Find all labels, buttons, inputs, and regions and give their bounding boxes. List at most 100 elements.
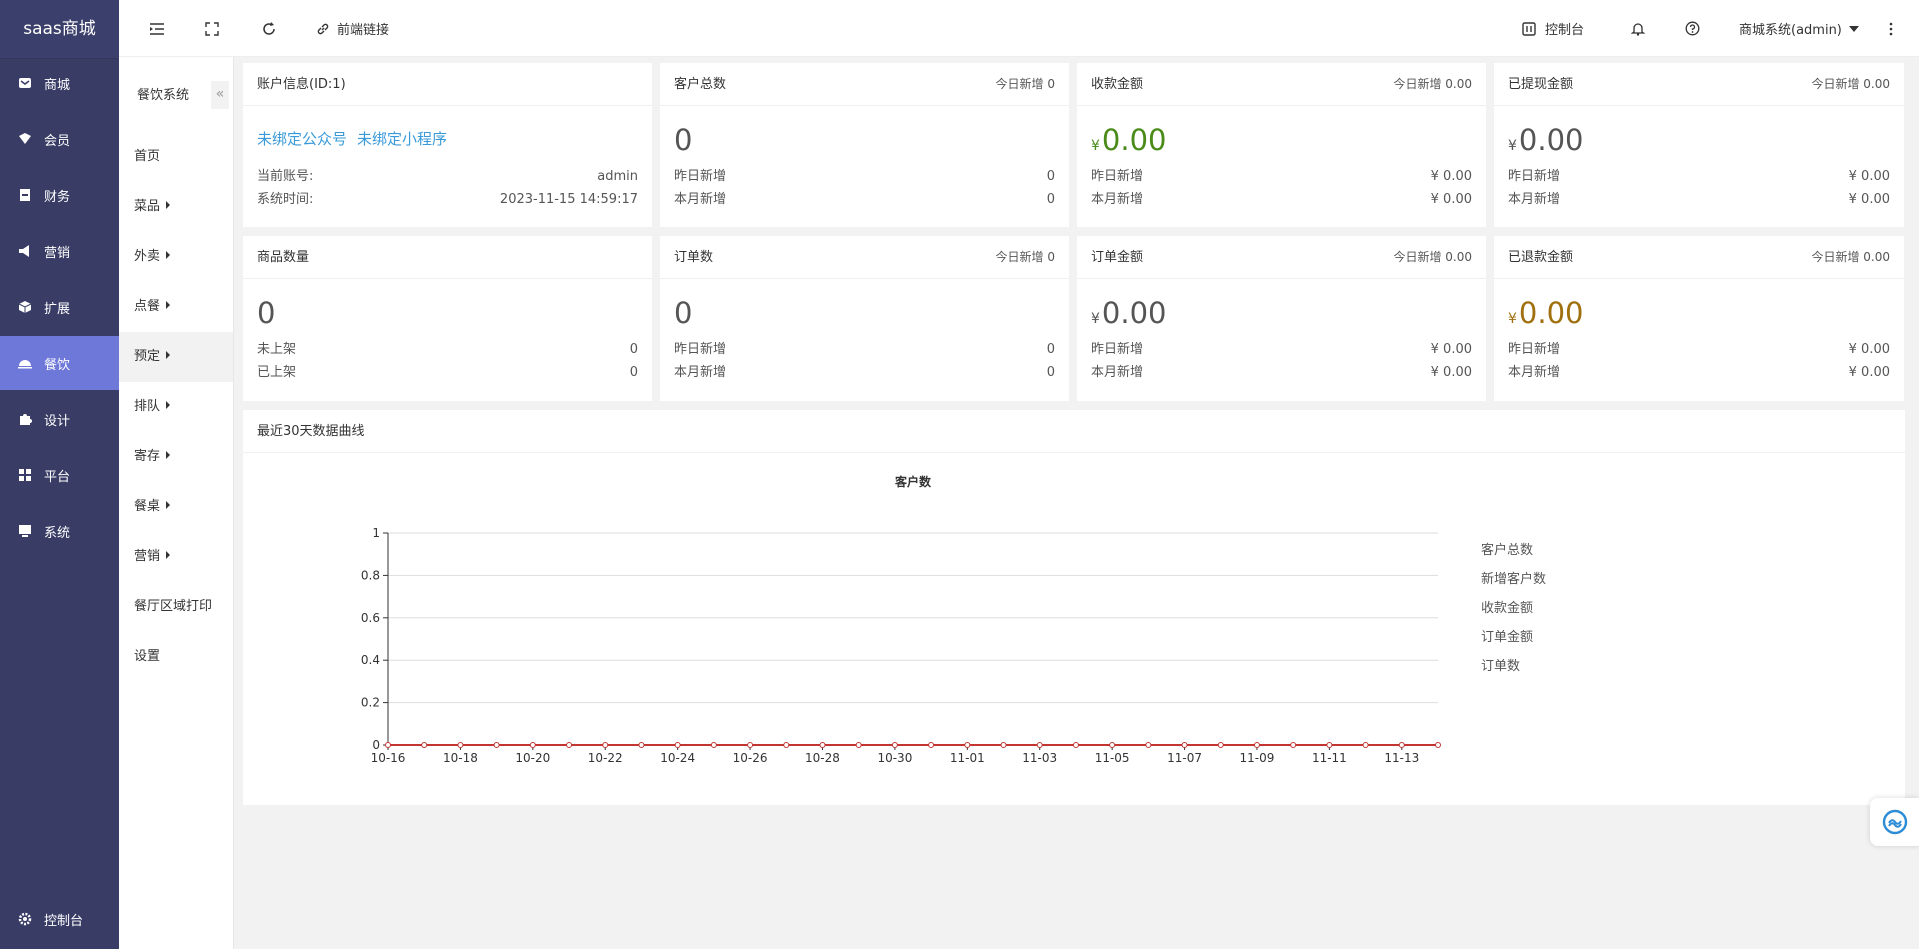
nav-label: 营销 [44, 245, 71, 261]
subnav-item-reservation[interactable]: 预定 [119, 332, 233, 382]
caret-right-icon [166, 451, 171, 459]
console-button[interactable]: 控制台 [1522, 0, 1584, 57]
stat-value: 0 [674, 123, 693, 157]
nav-item-marketing[interactable]: 营销 [0, 224, 119, 278]
nav-label: 系统 [44, 525, 71, 541]
stat-value: ¥0.00 [1508, 123, 1584, 157]
data-point [457, 742, 464, 748]
nav-label: 扩展 [44, 301, 71, 317]
bind-mini-program-link[interactable]: 未绑定小程序 [357, 130, 447, 148]
y-tick-label: 0.8 [361, 568, 380, 582]
bind-official-account-link[interactable]: 未绑定公众号 [257, 130, 347, 148]
data-point [1181, 742, 1188, 748]
toggle-menu-button[interactable] [149, 0, 165, 57]
today-new: 今日新增 0.00 [1393, 77, 1472, 91]
notifications-button[interactable] [1631, 0, 1645, 57]
data-point [674, 742, 681, 748]
top-header: 前端链接 控制台 商城系统(admin) [119, 0, 1919, 57]
grid-icon [19, 469, 31, 481]
data-point [891, 742, 898, 748]
subnav-item-order[interactable]: 点餐 [119, 282, 233, 332]
refund-card: 已退款金额 今日新增 0.00 ¥0.00 昨日新增 ¥ 0.00 本月新增 ¥ 0.… [1494, 236, 1904, 401]
nav-item-catering[interactable]: 餐饮 [0, 336, 119, 390]
data-point [855, 742, 862, 748]
subnav-item-area-print[interactable]: 餐厅区域打印 [119, 582, 233, 632]
nav-item-extend[interactable]: 扩展 [0, 280, 119, 334]
caret-right-icon [166, 251, 171, 259]
fullscreen-icon [205, 21, 219, 36]
data-point [747, 742, 754, 748]
help-button[interactable] [1685, 0, 1700, 57]
collapse-subnav-button[interactable]: « [211, 81, 229, 109]
nav-item-platform[interactable]: 平台 [0, 448, 119, 502]
caret-right-icon [166, 551, 171, 559]
chart-card: 最近30天数据曲线 客户数 0 0.2 0.4 0.6 0.8 1 10-16 10-18 10… [243, 410, 1905, 805]
refresh-icon [263, 21, 275, 35]
subnav-item-tables[interactable]: 餐桌 [119, 482, 233, 532]
nav-item-system[interactable]: 系统 [0, 504, 119, 558]
card-title: 已退款金额 [1508, 250, 1574, 265]
card-title: 账户信息(ID:1) [243, 63, 652, 106]
subnav-item-queue[interactable]: 排队 [119, 382, 233, 432]
x-tick-label: 10-30 [877, 751, 912, 765]
legend-entry: 收款金额 [1481, 600, 1533, 616]
nav-item-mall[interactable]: 商城 [0, 56, 119, 110]
data-point [1145, 742, 1152, 748]
account-info-card: 账户信息(ID:1) 未绑定公众号 未绑定小程序 当前账号: admin 系统时间:… [243, 63, 652, 227]
card-title: 订单金额 [1091, 250, 1144, 265]
x-tick-label: 11-09 [1240, 751, 1275, 765]
line-chart: 客户数 0 0.2 0.4 0.6 0.8 1 10-16 10-18 10-20 10-22 10… [361, 474, 1546, 765]
x-tick-label: 10-22 [588, 751, 623, 765]
data-point [1435, 742, 1441, 748]
card-title: 客户总数 [674, 77, 727, 92]
data-point [783, 742, 790, 748]
data-point [529, 742, 536, 748]
user-menu[interactable]: 商城系统(admin) [1739, 0, 1860, 57]
y-tick-label: 0.6 [361, 611, 380, 625]
subnav-item-home[interactable]: 首页 [119, 132, 233, 182]
nav-label: 控制台 [44, 913, 84, 929]
subnav-item-settings[interactable]: 设置 [119, 632, 233, 682]
data-point [493, 742, 500, 748]
today-new: 今日新增 0 [995, 77, 1055, 91]
y-tick-label: 0.2 [361, 696, 380, 710]
refresh-button[interactable] [261, 0, 277, 57]
data-point [638, 742, 645, 748]
fullscreen-button[interactable] [205, 0, 219, 57]
chart-title: 客户数 [894, 474, 932, 489]
y-tick-label: 1 [372, 526, 380, 540]
binding-links: 未绑定公众号 未绑定小程序 [257, 128, 457, 149]
nav-item-finance[interactable]: 财务 [0, 168, 119, 222]
nav-item-console[interactable]: 控制台 [0, 892, 119, 946]
mail-icon [19, 78, 31, 88]
floating-service-button[interactable] [1870, 798, 1919, 846]
link-icon [317, 23, 329, 34]
today-new: 今日新增 0.00 [1811, 250, 1890, 264]
data-point [1398, 742, 1405, 748]
more-menu-button[interactable] [1888, 0, 1894, 57]
x-tick-label: 11-03 [1022, 751, 1057, 765]
front-link-button[interactable]: 前端链接 [316, 0, 389, 57]
x-tick-label: 11-05 [1095, 751, 1130, 765]
today-new: 今日新增 0.00 [1393, 250, 1472, 264]
stat-value: 0 [257, 296, 276, 330]
service-icon [1882, 809, 1907, 835]
subnav-item-marketing[interactable]: 营销 [119, 532, 233, 582]
bell-icon [1631, 23, 1645, 36]
chart-section-title: 最近30天数据曲线 [243, 410, 1905, 453]
data-point [1036, 742, 1043, 748]
puzzle-icon [20, 414, 32, 425]
brand-logo[interactable]: saas商城 [0, 0, 119, 59]
subnav-item-dishes[interactable]: 菜品 [119, 182, 233, 232]
nav-item-member[interactable]: 会员 [0, 112, 119, 166]
x-tick-label: 10-28 [805, 751, 840, 765]
x-tick-label: 10-26 [733, 751, 768, 765]
caret-right-icon [166, 351, 171, 359]
nav-item-design[interactable]: 设计 [0, 392, 119, 446]
data-point [1072, 742, 1079, 748]
main-sidebar: saas商城 商城 会员 财务 营销 扩展 餐饮 设计 平台 系统 控制台 [0, 0, 119, 949]
subnav-item-storage[interactable]: 寄存 [119, 432, 233, 482]
subnav-item-takeout[interactable]: 外卖 [119, 232, 233, 282]
subnav-title: 餐饮系统 [137, 88, 190, 103]
nav-label: 财务 [44, 189, 71, 205]
